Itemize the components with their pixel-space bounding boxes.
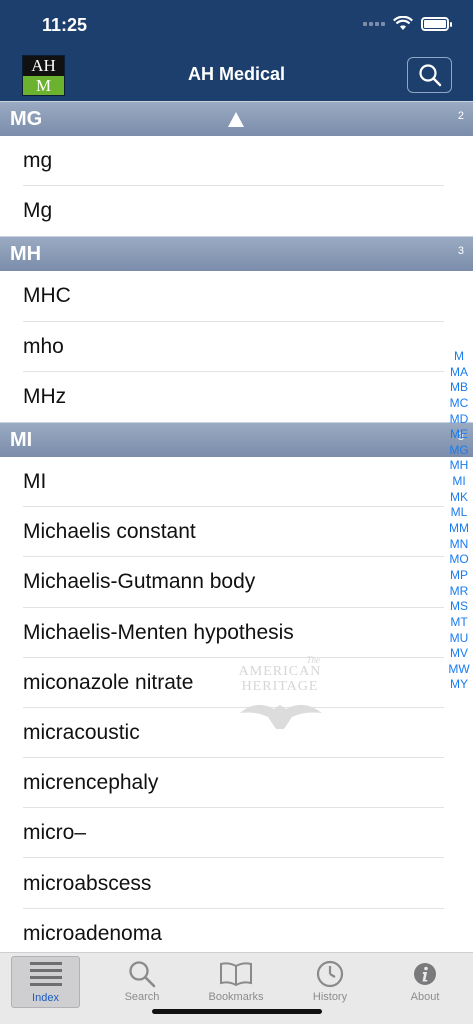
wifi-icon [393,16,413,30]
status-icons [363,16,452,31]
search-button[interactable] [407,57,452,93]
list-item[interactable]: micrencephaly [0,758,473,809]
index-letter[interactable]: MC [446,396,472,412]
scroll-up-arrow-icon[interactable] [228,112,244,127]
clock-icon [316,960,344,988]
index-letter[interactable]: MM [446,521,472,537]
watermark-line1: AMERICAN [238,664,322,679]
index-letter[interactable]: MH [446,458,472,474]
index-letter[interactable]: MD [446,412,472,428]
index-letter[interactable]: MI [446,474,472,490]
american-heritage-watermark: The AMERICAN HERITAGE [234,655,326,735]
nav-bar: 11:25 AH M AH Medical [0,0,473,101]
list-item[interactable]: Michaelis-Menten hypothesis [0,607,473,658]
tab-label: History [312,991,348,1003]
tab-label: Bookmarks [208,991,264,1003]
book-icon [220,962,252,987]
list-item[interactable]: Michaelis constant [0,507,473,558]
list-item[interactable]: micro– [0,808,473,859]
index-letter[interactable]: MA [446,365,472,381]
cellular-signal-icon [363,21,385,26]
index-letter[interactable]: MV [446,646,472,662]
search-icon [129,961,156,988]
index-letter[interactable]: ML [446,505,472,521]
list-icon [29,962,62,986]
index-letter[interactable]: MU [446,631,472,647]
section-count: 3 [457,245,464,258]
home-indicator [152,1009,322,1014]
section-header-mg: MG 2 [0,101,473,136]
index-letter[interactable]: MR [446,584,472,600]
watermark-line2: HERITAGE [241,679,319,694]
tab-bookmarks[interactable]: Bookmarks [189,953,283,1011]
index-letter[interactable]: ME [446,427,472,443]
tab-label: About [410,991,440,1003]
list-item[interactable]: microabscess [0,858,473,909]
index-list[interactable]: MG 2 mg Mg MH 3 MHC mho MHz MI 3 MI Mich… [0,101,473,952]
index-letter[interactable]: MW [446,662,472,678]
index-letter[interactable]: MP [446,568,472,584]
list-item[interactable]: MHC [0,271,473,322]
index-letter[interactable]: MS [446,599,472,615]
list-item[interactable]: Mg [0,186,473,237]
section-header-mh: MH 3 [0,236,473,272]
index-letter[interactable]: MT [446,615,472,631]
index-letter[interactable]: MY [446,677,472,693]
tab-label: Index [32,992,59,1004]
tab-history[interactable]: History [283,953,377,1011]
battery-icon [421,16,452,31]
section-count: 2 [457,110,464,122]
list-item[interactable]: mg [0,136,473,187]
list-item[interactable]: microadenoma [0,908,473,952]
list-item[interactable]: Michaelis-Gutmann body [0,557,473,608]
section-label: MI [10,428,33,451]
tab-label: Search [124,991,160,1003]
section-label: MH [10,243,42,266]
index-letter[interactable]: MG [446,443,472,459]
tab-about[interactable]: About [378,953,472,1011]
index-letter[interactable]: MO [446,552,472,568]
list-item[interactable]: MHz [0,371,473,422]
index-letter[interactable]: M [446,349,472,365]
index-letter[interactable]: MK [446,490,472,506]
search-icon [418,64,441,87]
section-header-mi: MI 3 [0,421,473,457]
eagle-emblem-icon [240,704,322,729]
tab-index[interactable]: Index [11,956,80,1008]
index-letter[interactable]: MN [446,537,472,553]
section-label: MG [10,108,43,130]
alphabet-index-bar[interactable]: M MA MB MC MD ME MG MH MI MK ML MM MN MO MP MR MS MT MU MV M… [446,349,472,693]
status-time: 11:25 [42,15,88,35]
page-title: AH Medical [187,64,286,84]
tab-search[interactable]: Search [95,953,189,1011]
list-item[interactable]: mho [0,321,473,372]
list-item[interactable]: MI [0,456,473,508]
info-icon [414,963,436,985]
index-letter[interactable]: MB [446,380,472,396]
